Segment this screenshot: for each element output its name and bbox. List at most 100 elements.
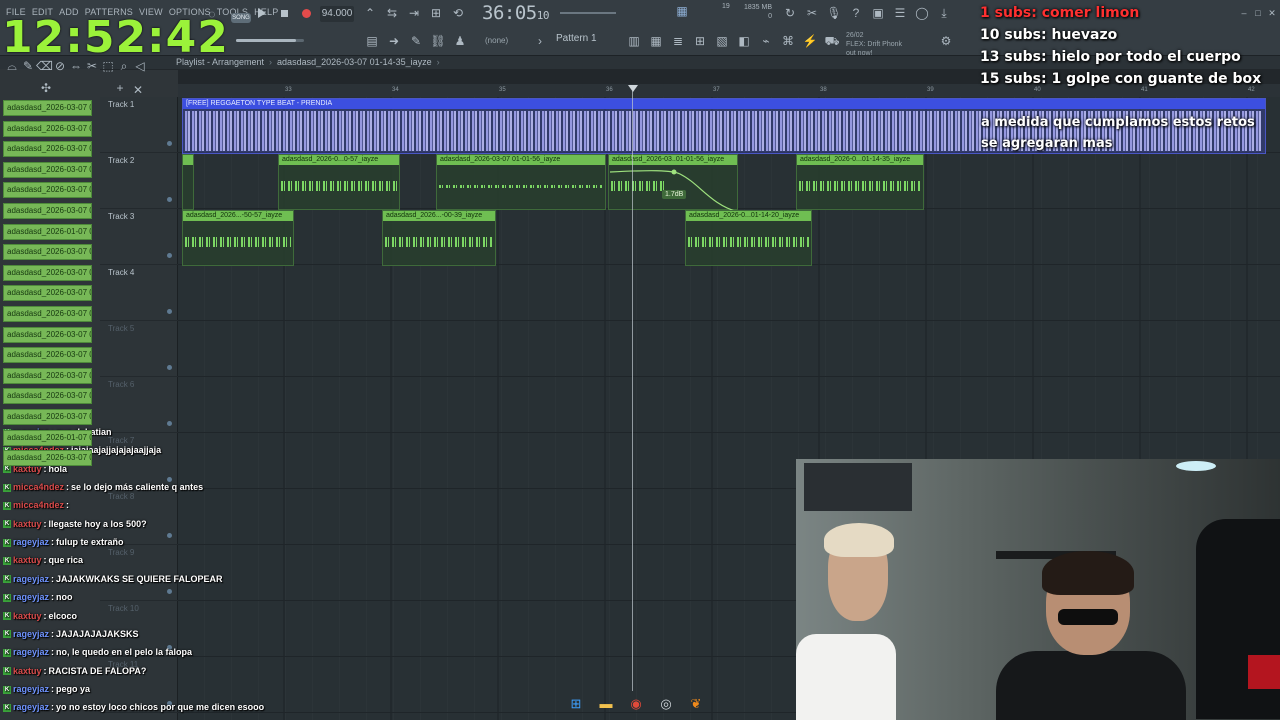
track-select-dot[interactable] bbox=[167, 365, 172, 370]
chat-username[interactable]: micca4ndez bbox=[13, 482, 64, 492]
fl-studio-icon[interactable]: ❦ bbox=[686, 694, 706, 714]
tempo-display[interactable]: 94.000 bbox=[320, 6, 354, 22]
pattern-select-none[interactable]: (none) bbox=[485, 36, 508, 45]
browser-file-item[interactable]: adasdasd_2026-03-07 0... bbox=[3, 450, 92, 467]
browser-file-item[interactable]: adasdasd_2026-03-07 0... bbox=[3, 388, 92, 405]
clip-track2[interactable]: adasdasd_2026-0...01-14-35_iayze bbox=[796, 154, 924, 210]
track-header[interactable]: Track 3 bbox=[100, 209, 178, 265]
chrome-icon[interactable]: ◉ bbox=[626, 694, 646, 714]
step-edit-icon[interactable]: ⊞ bbox=[428, 5, 444, 21]
countdown-icon[interactable]: ⇥ bbox=[406, 5, 422, 21]
chat-username[interactable]: rageyjaz bbox=[13, 702, 49, 712]
record-button[interactable] bbox=[302, 9, 311, 18]
zoom-tool-icon[interactable]: ⌕ bbox=[116, 58, 132, 74]
chat-username[interactable]: rageyjaz bbox=[13, 629, 49, 639]
playback-tool-icon[interactable]: ◁ bbox=[132, 58, 148, 74]
link-icon[interactable]: ⛓ bbox=[430, 33, 446, 49]
slip-tool-icon[interactable]: ⇔ bbox=[68, 58, 84, 74]
browser-file-item[interactable]: adasdasd_2026-03-07 0... bbox=[3, 285, 92, 302]
browser-file-item[interactable]: adasdasd_2026-03-07 0... bbox=[3, 203, 92, 219]
browser-file-item[interactable]: adasdasd_2026-03-07 0... bbox=[3, 120, 92, 137]
chat-username[interactable]: rageyjaz bbox=[13, 684, 49, 694]
plugin-icon[interactable]: ◧ bbox=[736, 33, 752, 49]
playhead-marker[interactable] bbox=[628, 85, 638, 92]
chat-username[interactable]: rageyjaz bbox=[13, 592, 49, 602]
song-mode-button[interactable]: SONG bbox=[231, 13, 251, 23]
stop-button[interactable] bbox=[281, 10, 288, 17]
settings-icon[interactable]: ⚙ bbox=[938, 33, 954, 49]
news-panel[interactable]: 26/02 FLEX: Drift Phonk out now! bbox=[846, 31, 902, 58]
clip-track2[interactable]: adasdasd_2026-0...0-57_iayze bbox=[278, 154, 400, 210]
playlist-icon[interactable]: ▥ bbox=[626, 33, 642, 49]
breadcrumb-window[interactable]: Playlist - Arrangement bbox=[176, 57, 264, 67]
browser-file-item[interactable]: adasdasd_2026-03-07 0... bbox=[3, 100, 92, 116]
arrow-icon[interactable]: ➜ bbox=[386, 33, 402, 49]
chat-username[interactable]: kaxtuy bbox=[13, 611, 42, 621]
browser-file-item[interactable]: adasdasd_2026-03-07 0... bbox=[3, 141, 92, 158]
chat-username[interactable]: rageyjaz bbox=[13, 574, 49, 584]
browser-file-item[interactable]: adasdasd_2026-03-07 0... bbox=[3, 409, 92, 425]
mixer-view-icon[interactable]: ≣ bbox=[670, 33, 686, 49]
clip-track2[interactable]: adasdasd_2026-03..01-01-56_iayze bbox=[608, 154, 738, 210]
plug-icon[interactable]: ⚡ bbox=[802, 33, 818, 49]
track-select-dot[interactable] bbox=[167, 421, 172, 426]
track-select-dot[interactable] bbox=[167, 309, 172, 314]
playhead-line[interactable] bbox=[632, 91, 633, 691]
play-button[interactable] bbox=[258, 8, 266, 18]
track-select-dot[interactable] bbox=[167, 141, 172, 146]
piano-roll-view-icon[interactable]: ⊞ bbox=[692, 33, 708, 49]
remove-icon[interactable]: ✕ bbox=[130, 82, 146, 98]
clip-track2[interactable]: adasdasd_2026-03-07 01-01-56_iayze bbox=[436, 154, 606, 210]
clip-track3[interactable]: adasdasd_2026-0...01-14-20_iayze bbox=[685, 210, 812, 266]
track-header[interactable]: Track 6 bbox=[100, 377, 178, 433]
track-select-dot[interactable] bbox=[167, 197, 172, 202]
mic-icon[interactable]: 🎙 bbox=[826, 5, 842, 21]
delete-tool-icon[interactable]: ⌫ bbox=[36, 58, 53, 74]
cut-icon[interactable]: ✂ bbox=[804, 5, 820, 21]
add-track-icon[interactable]: ✣ bbox=[38, 80, 54, 96]
master-volume-slider[interactable] bbox=[236, 39, 304, 42]
brush-tool-icon[interactable]: ✎ bbox=[20, 58, 36, 74]
stamp-icon[interactable]: ♟ bbox=[452, 33, 468, 49]
slice-tool-icon[interactable]: ✂ bbox=[84, 58, 100, 74]
mute-tool-icon[interactable]: ⊘ bbox=[52, 58, 68, 74]
chat-icon[interactable]: ◯ bbox=[914, 5, 930, 21]
select-tool-icon[interactable]: ⬚ bbox=[100, 58, 116, 74]
browser-file-item[interactable]: adasdasd_2026-03-07 0... bbox=[3, 367, 92, 384]
clip-track3[interactable]: adasdasd_2026...-50-57_iayze bbox=[182, 210, 294, 266]
snap-icon[interactable]: ⌃ bbox=[362, 5, 378, 21]
folder-icon[interactable]: ▬ bbox=[596, 694, 616, 714]
browser-view-icon[interactable]: ▧ bbox=[714, 33, 730, 49]
chat-username[interactable]: rageyjaz bbox=[13, 537, 49, 547]
track-select-dot[interactable] bbox=[167, 253, 172, 258]
browser-file-item[interactable]: adasdasd_2026-01-07 0... bbox=[3, 429, 92, 446]
refresh-icon[interactable]: ↻ bbox=[782, 5, 798, 21]
mixer-icon[interactable]: ☰ bbox=[892, 5, 908, 21]
tag-icon[interactable]: ⌘ bbox=[780, 33, 796, 49]
download-icon[interactable]: ⤓ bbox=[936, 5, 952, 21]
obs-icon[interactable]: ◎ bbox=[656, 694, 676, 714]
chevron-right-icon[interactable]: › bbox=[532, 33, 548, 49]
browser-file-item[interactable]: adasdasd_2026-03-07 0... bbox=[3, 326, 92, 343]
browser-file-item[interactable]: adasdasd_2026-03-07 0... bbox=[3, 161, 92, 178]
chat-username[interactable]: rageyjaz bbox=[13, 647, 49, 657]
pencil-icon[interactable]: ✎ bbox=[408, 33, 424, 49]
clip-track2[interactable] bbox=[182, 154, 194, 210]
chat-username[interactable]: kaxtuy bbox=[13, 519, 42, 529]
breadcrumb-project[interactable]: adasdasd_2026-03-07 01-14-35_iayze bbox=[277, 57, 432, 67]
browser-file-item[interactable]: adasdasd_2026-03-07 0... bbox=[3, 347, 92, 364]
piano-roll-icon[interactable]: ▤ bbox=[364, 33, 380, 49]
chat-username[interactable]: kaxtuy bbox=[13, 555, 42, 565]
browser-file-item[interactable]: adasdasd_2026-03-07 0... bbox=[3, 182, 92, 199]
browser-file-item[interactable]: adasdasd_2026-01-07 0... bbox=[3, 223, 92, 240]
browser-file-item[interactable]: adasdasd_2026-03-07 0... bbox=[3, 244, 92, 261]
track-header[interactable]: Track 2 bbox=[100, 153, 178, 209]
brush-icon[interactable]: ⌁ bbox=[758, 33, 774, 49]
chat-username[interactable]: kaxtuy bbox=[13, 666, 42, 676]
song-position-display[interactable]: 36:0510 bbox=[482, 2, 549, 24]
browser-file-item[interactable]: adasdasd_2026-03-07 0... bbox=[3, 306, 92, 322]
track-header[interactable]: Track 1 bbox=[100, 97, 178, 153]
windows-icon[interactable]: ⊞ bbox=[566, 694, 586, 714]
add-icon[interactable]: + bbox=[112, 80, 128, 96]
help-icon[interactable]: ? bbox=[848, 5, 864, 21]
